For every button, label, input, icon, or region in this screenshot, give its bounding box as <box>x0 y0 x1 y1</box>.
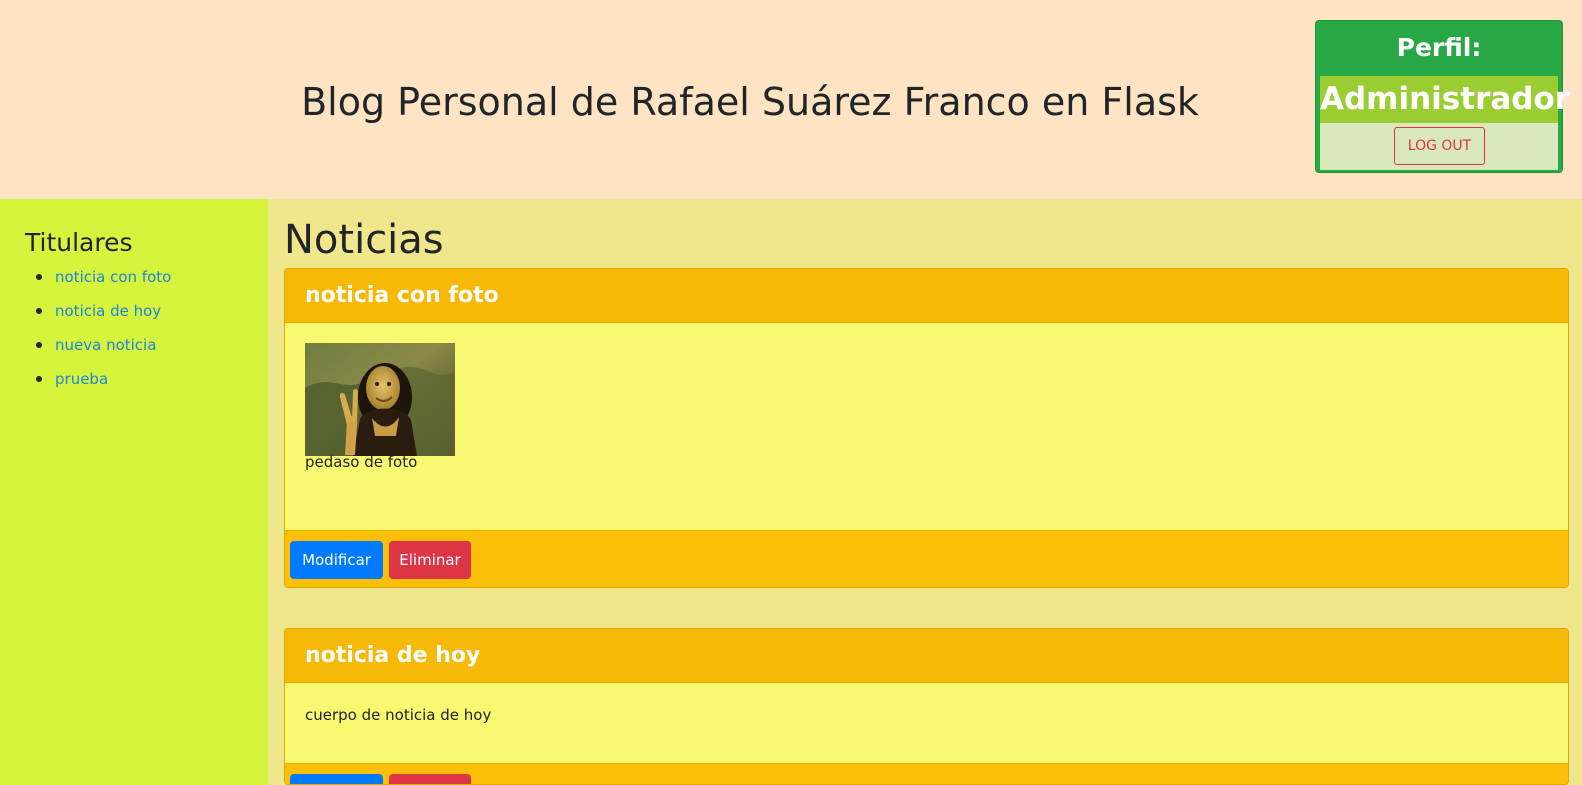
news-card: noticia de hoy cuerpo de noticia de hoy … <box>284 628 1569 785</box>
card-text: pedaso de foto <box>305 453 418 471</box>
card-footer: Modificar Eliminar <box>285 763 1568 784</box>
site-title: Blog Personal de Rafael Suárez Franco en… <box>301 80 1199 124</box>
card-body: pedaso de foto <box>285 323 1568 530</box>
delete-button[interactable]: Eliminar <box>389 541 471 579</box>
sidebar-link-noticia-de-hoy[interactable]: noticia de hoy <box>55 302 161 320</box>
card-title: noticia de hoy <box>305 643 481 668</box>
list-item: noticia con foto <box>35 266 171 300</box>
card-footer: Modificar Eliminar <box>285 530 1568 587</box>
profile-role: Administrador <box>1320 76 1570 123</box>
sidebar-title: Titulares <box>25 228 133 257</box>
card-title: noticia con foto <box>305 283 499 308</box>
modify-button[interactable]: Modificar <box>290 541 383 579</box>
card-header: noticia de hoy <box>285 629 1568 683</box>
delete-button[interactable]: Eliminar <box>389 774 471 784</box>
list-item: prueba <box>35 368 171 402</box>
profile-label: Perfil: <box>1396 33 1482 62</box>
card-body: cuerpo de noticia de hoy <box>285 683 1568 763</box>
card-text: cuerpo de noticia de hoy <box>305 706 492 724</box>
sidebar-link-prueba[interactable]: prueba <box>55 370 108 388</box>
sidebar-link-nueva-noticia[interactable]: nueva noticia <box>55 336 156 354</box>
logout-button[interactable]: LOG OUT <box>1394 127 1485 165</box>
sidebar-link-noticia-con-foto[interactable]: noticia con foto <box>55 268 171 286</box>
sidebar-list: noticia con foto noticia de hoy nueva no… <box>35 266 171 402</box>
header: Blog Personal de Rafael Suárez Franco en… <box>0 0 1582 199</box>
profile-box: Perfil: Administrador LOG OUT <box>1315 20 1570 173</box>
modify-button[interactable]: Modificar <box>290 774 383 784</box>
list-item: nueva noticia <box>35 334 171 368</box>
news-card: noticia con foto pedaso de foto Modifica… <box>284 268 1569 588</box>
sidebar: Titulares noticia con foto noticia de ho… <box>0 199 268 785</box>
profile-actions: LOG OUT <box>1320 123 1558 170</box>
mona-lisa-peace-sign-image <box>305 343 455 456</box>
card-header: noticia con foto <box>285 269 1568 323</box>
page-title: Noticias <box>284 217 444 263</box>
list-item: noticia de hoy <box>35 300 171 334</box>
